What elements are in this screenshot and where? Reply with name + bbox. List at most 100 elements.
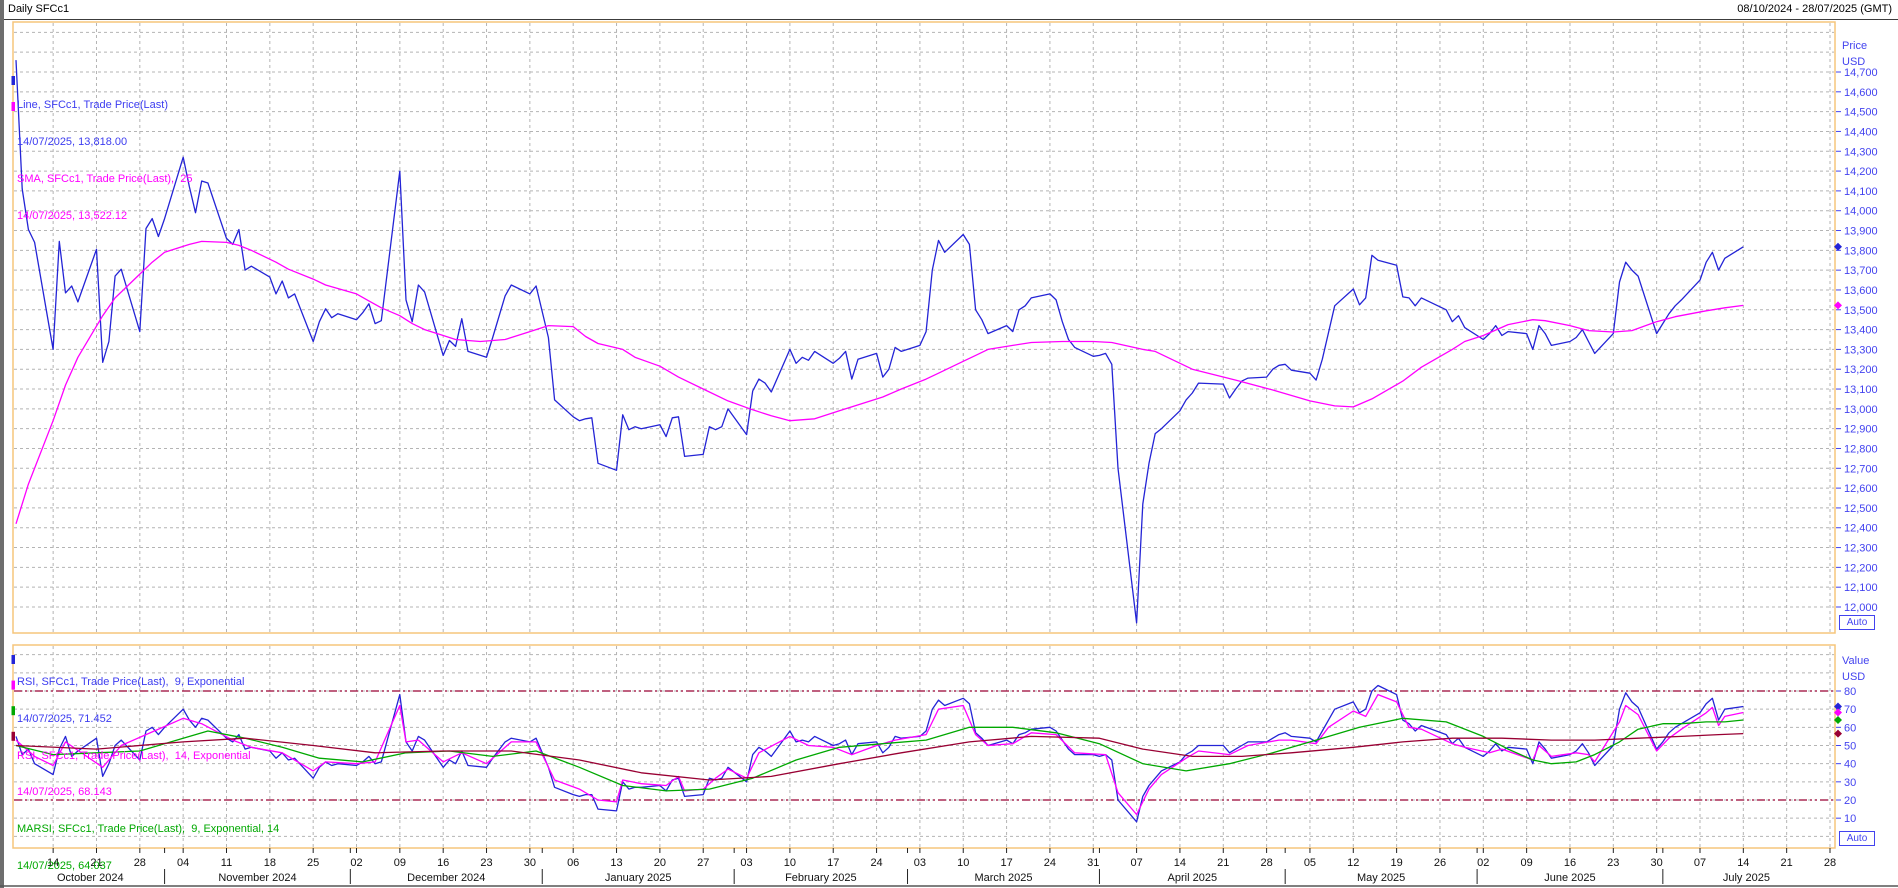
price-axis-label: 14,600 [1844,87,1878,99]
rsi-axis-label: 20 [1844,795,1856,807]
legend-swatch [12,706,16,715]
x-axis-day-label: 02 [1477,857,1489,869]
price-axis-label: 13,300 [1844,344,1878,356]
price-axis-label: 13,100 [1844,384,1878,396]
legend-line-value: 14/07/2025, 13,818.00 [17,136,192,149]
legend-rsi9-value: 14/07/2025, 71.452 [17,713,285,726]
rsi-axis-label: 40 [1844,759,1856,771]
rsi-legend: RSI, SFCc1, Trade Price(Last), 9, Expone… [17,652,285,888]
rsi-axis-label: 50 [1844,741,1856,753]
x-axis-day-label: 03 [914,857,926,869]
x-axis-day-label: 09 [1521,857,1533,869]
price-axis-label: 13,400 [1844,325,1878,337]
x-axis-day-label: 30 [524,857,536,869]
rsi-axis-label: 30 [1844,777,1856,789]
price-axis-label: 12,300 [1844,543,1878,555]
x-axis-day-label: 16 [1564,857,1576,869]
price-axis-label: 13,000 [1844,404,1878,416]
x-axis-day-label: 21 [1217,857,1229,869]
legend-marsi9-value: 14/07/2025, 64.037 [17,860,285,873]
x-axis-day-label: 24 [1044,857,1056,869]
x-axis-day-label: 10 [957,857,969,869]
x-axis-day-label: 31 [1087,857,1099,869]
window-left-edge [0,0,4,888]
x-axis-day-label: 12 [1347,857,1359,869]
price-axis-label: 13,500 [1844,305,1878,317]
x-axis-day-label: 23 [1607,857,1619,869]
x-axis-day-label: 13 [610,857,622,869]
price-axis-label: 12,200 [1844,562,1878,574]
x-axis-month-label: April 2025 [1168,872,1218,884]
legend-sma-value: 14/07/2025, 13,522.12 [17,210,192,223]
price-axis-label: 13,600 [1844,285,1878,297]
x-axis-day-label: 09 [394,857,406,869]
x-axis-month-label: January 2025 [605,872,672,884]
price-axis-label: 13,800 [1844,245,1878,257]
x-axis-month-label: July 2025 [1723,872,1770,884]
legend-rsi14-name: RSI, SFCc1, Trade Price(Last), 14, Expon… [17,750,285,763]
x-axis-month-label: December 2024 [407,872,485,884]
x-axis-day-label: 16 [437,857,449,869]
x-axis-day-label: 14 [1174,857,1186,869]
x-axis-day-label: 26 [1434,857,1446,869]
x-axis-day-label: 25 [307,857,319,869]
price-axis-label: 14,700 [1844,67,1878,79]
x-axis-day-label: 27 [697,857,709,869]
legend-swatch [12,655,16,664]
series-trade-price-last- [16,60,1743,623]
rsi-axis-label: 80 [1844,686,1856,698]
legend-rsi9-name: RSI, SFCc1, Trade Price(Last), 9, Expone… [17,676,285,689]
price-axis-label: 14,500 [1844,107,1878,119]
price-axis-label: 12,700 [1844,463,1878,475]
price-axis-label: 12,000 [1844,602,1878,614]
x-axis-day-label: 03 [740,857,752,869]
series-sma-25 [16,241,1743,523]
x-axis-month-label: May 2025 [1357,872,1405,884]
price-axis-label: 14,000 [1844,206,1878,218]
legend-swatch [12,76,16,85]
price-axis-title: USD [1842,56,1865,68]
x-axis-month-label: June 2025 [1544,872,1595,884]
x-axis-day-label: 06 [567,857,579,869]
price-axis-label: 12,100 [1844,582,1878,594]
x-axis-month-label: March 2025 [974,872,1032,884]
x-axis-day-label: 24 [870,857,882,869]
price-axis-label: 12,800 [1844,443,1878,455]
rsi-axis-label: 10 [1844,813,1856,825]
legend-swatch [12,732,16,741]
x-axis-day-label: 30 [1651,857,1663,869]
x-axis-day-label: 02 [350,857,362,869]
rsi-axis-title: USD [1842,671,1865,683]
rsi-axis-label: 70 [1844,704,1856,716]
legend-marsi9-name: MARSI, SFCc1, Trade Price(Last), 9, Expo… [17,823,285,836]
price-legend: Line, SFCc1, Trade Price(Last) 14/07/202… [17,75,192,247]
x-axis-day-label: 07 [1130,857,1142,869]
x-axis-day-label: 17 [827,857,839,869]
legend-swatch [12,102,16,111]
price-axis-label: 14,100 [1844,186,1878,198]
x-axis-day-label: 20 [654,857,666,869]
rsi-axis-auto-button[interactable]: Auto [1839,831,1875,846]
price-axis-label: 14,400 [1844,126,1878,138]
price-axis-label: 14,300 [1844,146,1878,158]
x-axis-day-label: 07 [1694,857,1706,869]
price-axis-auto-button[interactable]: Auto [1839,615,1875,630]
legend-swatch [12,681,16,690]
x-axis-day-label: 23 [480,857,492,869]
date-range-label: 08/10/2024 - 28/07/2025 (GMT) [1737,3,1892,15]
x-axis-month-label: February 2025 [785,872,857,884]
x-axis-day-label: 21 [1781,857,1793,869]
legend-rsi14-value: 14/07/2025, 68.143 [17,786,285,799]
price-axis-label: 13,700 [1844,265,1878,277]
price-axis-title: Price [1842,40,1867,52]
price-axis-label: 14,200 [1844,166,1878,178]
x-axis-day-label: 10 [784,857,796,869]
x-axis-day-label: 05 [1304,857,1316,869]
x-axis-day-label: 14 [1737,857,1749,869]
legend-sma-name: SMA, SFCc1, Trade Price(Last), 25 [17,173,192,186]
price-panel-border [13,22,1835,633]
price-axis-label: 13,900 [1844,226,1878,238]
price-axis-label: 12,900 [1844,424,1878,436]
window-title: Daily SFCc1 [8,3,69,15]
price-axis-label: 13,200 [1844,364,1878,376]
